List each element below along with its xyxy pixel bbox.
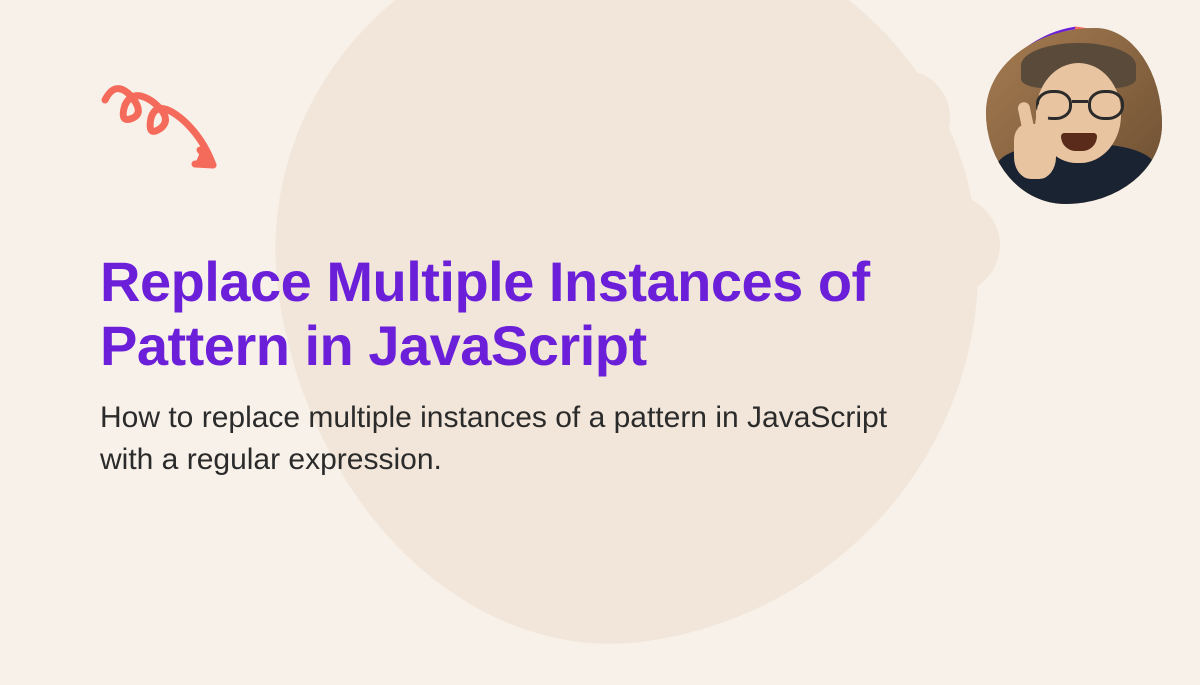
- author-avatar: [980, 20, 1170, 210]
- content-area: Replace Multiple Instances of Pattern in…: [100, 250, 1000, 481]
- avatar-photo: [986, 28, 1162, 204]
- page-title: Replace Multiple Instances of Pattern in…: [100, 250, 1000, 379]
- background-blob-small: [855, 70, 950, 165]
- curly-arrow-icon: [95, 70, 235, 180]
- page-subtitle: How to replace multiple instances of a p…: [100, 397, 920, 481]
